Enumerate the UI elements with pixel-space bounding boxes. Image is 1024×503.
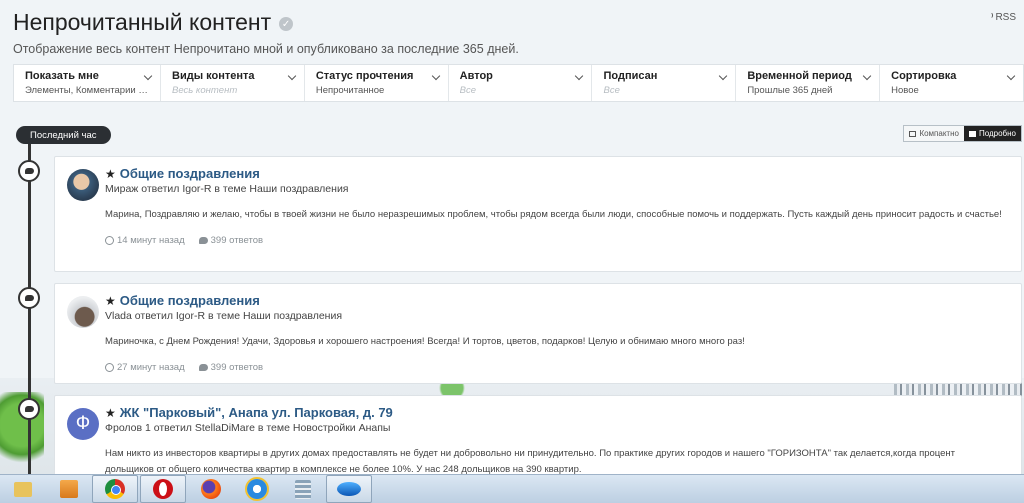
filter-label: Подписан	[603, 70, 658, 82]
card-meta: Фролов 1 ответил StellaDiMare в теме Нов…	[105, 422, 391, 434]
replies-text: 399 ответов	[210, 235, 264, 246]
card-title[interactable]: ★ Общие поздравления	[105, 293, 1003, 308]
detailed-view-label: Подробно	[978, 129, 1016, 138]
filter-label: Сортировка	[891, 70, 957, 82]
card-meta: Vlada ответил Igor-R в теме Наши поздрав…	[105, 310, 343, 322]
filter-value: Весь контент	[172, 85, 238, 96]
opera-icon[interactable]	[140, 475, 186, 503]
filter-author[interactable]: Автор Все	[449, 65, 593, 101]
filter-label: Показать мне	[25, 70, 99, 82]
compact-view-label: Компактно	[919, 129, 959, 138]
square-icon	[968, 130, 976, 137]
filter-content-types[interactable]: Виды контента Весь контент	[161, 65, 305, 101]
card-title-text[interactable]: Общие поздравления	[120, 293, 260, 308]
replies-stat: 399 ответов	[198, 235, 264, 246]
filter-label: Автор	[459, 70, 493, 82]
time-text: 14 минут назад	[117, 235, 185, 246]
detailed-view-button[interactable]: Подробно	[963, 126, 1021, 141]
avatar[interactable]: Ф	[67, 408, 99, 440]
card-stats: 14 минут назад 399 ответов	[105, 235, 1003, 246]
filter-value: Все	[603, 85, 620, 96]
card-title-text[interactable]: Общие поздравления	[120, 166, 260, 181]
avatar[interactable]	[67, 169, 99, 201]
card-text: Марина, Поздравляю и желаю, чтобы в твое…	[105, 209, 1002, 220]
star-icon: ★	[105, 405, 116, 420]
rss-link[interactable]: ⁾ RSS	[991, 12, 1016, 23]
filter-label: Статус прочтения	[315, 70, 414, 82]
comment-bubble-icon	[18, 398, 40, 420]
activity-card: Ф ★ ЖК "Парковый", Анапа ул. Парковая, д…	[54, 395, 1022, 485]
filter-followed[interactable]: Подписан Все	[592, 65, 737, 101]
filter-value: Непрочитанное	[315, 85, 385, 96]
comment-icon	[198, 237, 208, 244]
clock-icon	[105, 363, 114, 372]
comment-icon	[198, 364, 208, 371]
comment-bubble-icon	[18, 287, 40, 309]
activity-card: ★ Общие поздравления Vlada ответил Igor-…	[54, 283, 1022, 384]
timeline-period-label: Последний час	[16, 126, 111, 144]
app-icon[interactable]	[326, 475, 372, 503]
page-title-text: Непрочитанный контент	[13, 9, 272, 35]
page-header: Непрочитанный контент ✓ Отображение весь…	[13, 9, 1016, 56]
avatar[interactable]	[67, 296, 99, 328]
card-stats: 27 минут назад 399 ответов	[105, 362, 1003, 373]
comment-bubble-icon	[18, 160, 40, 182]
card-title-text[interactable]: ЖК "Парковый", Анапа ул. Парковая, д. 79	[120, 405, 393, 420]
replies-stat: 399 ответов	[198, 362, 264, 373]
page-title: Непрочитанный контент ✓	[13, 9, 1016, 36]
card-meta: Мираж ответил Igor-R в теме Наши поздрав…	[105, 183, 349, 195]
filter-value: Прошлые 365 дней	[747, 85, 833, 96]
card-text: Мариночка, с Днем Рождения! Удачи, Здоро…	[105, 336, 745, 347]
filter-value: Все	[459, 85, 477, 96]
taskbar	[0, 474, 1024, 503]
filter-show-me[interactable]: Показать мне Элементы, Комментарии и ...	[14, 65, 161, 101]
filter-bar: Показать мне Элементы, Комментарии и ...…	[13, 64, 1024, 102]
timeline-line	[28, 140, 31, 480]
time-stat: 14 минут назад	[105, 235, 185, 246]
filter-label: Временной период	[747, 70, 852, 82]
filter-time-period[interactable]: Временной период Прошлые 365 дней	[736, 65, 881, 101]
star-icon: ★	[105, 293, 116, 308]
calculator-icon[interactable]	[280, 475, 326, 503]
rss-label: RSS	[995, 12, 1016, 23]
chrome-icon[interactable]	[92, 475, 138, 503]
activity-card: ★ Общие поздравления Мираж ответил Igor-…	[54, 156, 1022, 272]
list-icon	[909, 130, 917, 137]
time-text: 27 минут назад	[117, 362, 185, 373]
check-circle-icon: ✓	[279, 17, 294, 31]
star-icon: ★	[105, 166, 116, 181]
card-title[interactable]: ★ ЖК "Парковый", Анапа ул. Парковая, д. …	[105, 405, 1003, 420]
filter-sort[interactable]: Сортировка Новое	[880, 65, 1023, 101]
compact-view-button[interactable]: Компактно	[904, 126, 964, 141]
view-toggle: Компактно Подробно	[903, 125, 1022, 142]
filter-value: Элементы, Комментарии и ...	[25, 85, 150, 96]
media-player-icon[interactable]	[46, 475, 92, 503]
card-title[interactable]: ★ Общие поздравления	[105, 166, 1003, 181]
page-subtitle: Отображение весь контент Непрочитано мно…	[13, 42, 519, 56]
replies-text: 399 ответов	[210, 362, 264, 373]
rss-icon: ⁾	[990, 12, 994, 22]
filter-value: Новое	[891, 85, 919, 96]
filter-label: Виды контента	[172, 70, 255, 82]
filter-read-status[interactable]: Статус прочтения Непрочитанное	[305, 65, 449, 101]
clock-icon	[105, 236, 114, 245]
internet-explorer-icon[interactable]	[234, 475, 280, 503]
folder-icon[interactable]	[0, 475, 46, 503]
time-stat: 27 минут назад	[105, 362, 185, 373]
firefox-icon[interactable]	[188, 475, 234, 503]
